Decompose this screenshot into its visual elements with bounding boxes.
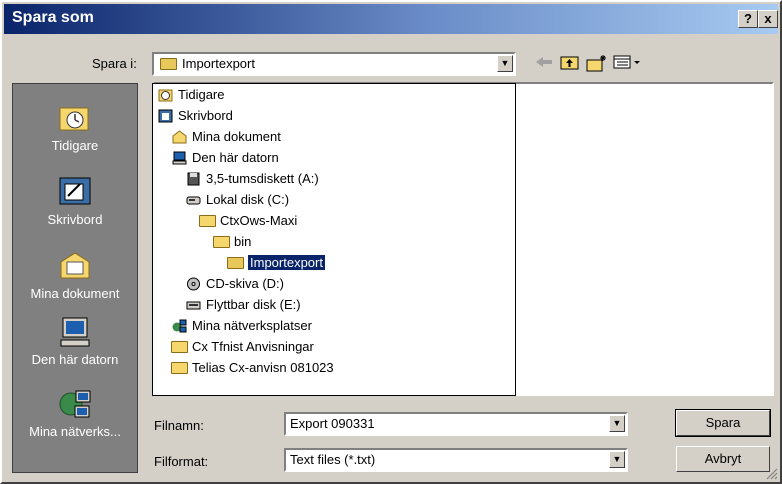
dropdown-item-desktop[interactable]: Skrivbord	[157, 105, 233, 126]
chevron-down-icon[interactable]: ▼	[497, 55, 513, 72]
look-in-value: Importexport	[182, 56, 255, 71]
dropdown-item-label: Importexport	[248, 255, 325, 270]
dropdown-item-label: Mina dokument	[192, 129, 281, 144]
folder-icon	[171, 361, 188, 376]
folder-icon	[199, 214, 216, 229]
dropdown-item-label: Telias Cx-anvisn 081023	[192, 360, 334, 375]
dropdown-item-label: CtxOws-Maxi	[220, 213, 298, 228]
my-computer-icon	[60, 317, 90, 347]
floppy-icon	[185, 172, 202, 187]
dropdown-item-label: Tidigare	[178, 87, 225, 102]
filetype-label: Filformat:	[154, 454, 209, 469]
dropdown-item-my-computer[interactable]: Den här datorn	[171, 147, 279, 168]
dropdown-item-label: bin	[234, 234, 252, 249]
history-icon	[157, 88, 174, 103]
dropdown-item-network-places[interactable]: Mina nätverksplatser	[171, 315, 312, 336]
places-network[interactable]: Mina nätverks...	[13, 388, 137, 439]
new-folder-icon[interactable]	[586, 54, 606, 74]
up-folder-icon[interactable]	[560, 54, 580, 74]
look-in-combo[interactable]: Importexport ▼	[152, 52, 516, 76]
my-documents-icon	[60, 252, 90, 279]
dropdown-item-label: Den här datorn	[192, 150, 279, 165]
dropdown-item-my-documents[interactable]: Mina dokument	[171, 126, 281, 147]
places-history[interactable]: Tidigare	[13, 102, 137, 153]
places-bar: Tidigare Skrivbord Mina dokument Den här…	[12, 83, 138, 473]
history-icon	[59, 107, 89, 131]
dropdown-item-label: Mina nätverksplatser	[192, 318, 312, 333]
places-label: Den här datorn	[31, 352, 119, 367]
dropdown-item-bin[interactable]: bin	[213, 231, 251, 252]
dialog-title: Spara som	[12, 9, 94, 26]
chevron-down-icon[interactable]: ▼	[609, 451, 625, 468]
places-label: Mina nätverks...	[29, 424, 121, 439]
resize-grip-icon[interactable]	[764, 466, 778, 480]
chevron-down-icon[interactable]: ▼	[609, 415, 625, 432]
back-arrow-icon[interactable]	[534, 54, 554, 74]
save-as-dialog: Spara som ? x Spara i: Importexport ▼ Ti…	[0, 0, 782, 484]
dropdown-item-label: 3,5-tumsdiskett (A:)	[206, 171, 319, 186]
dropdown-item-label: CD-skiva (D:)	[206, 276, 284, 291]
my-computer-icon	[171, 151, 188, 166]
dropdown-item-importexport[interactable]: Importexport	[227, 252, 325, 273]
dropdown-item-removable-disk[interactable]: Flyttbar disk (E:)	[185, 294, 301, 315]
filetype-value: Text files (*.txt)	[290, 452, 376, 467]
places-my-documents[interactable]: Mina dokument	[13, 250, 137, 301]
filetype-select[interactable]: Text files (*.txt) ▼	[284, 448, 628, 472]
views-menu-icon[interactable]	[612, 54, 642, 74]
desktop-icon	[59, 177, 91, 205]
folder-icon	[171, 340, 188, 355]
cancel-button[interactable]: Avbryt	[676, 446, 770, 472]
filename-value: Export 090331	[290, 416, 375, 431]
look-in-label: Spara i:	[92, 56, 137, 71]
dropdown-item-ctxows-maxi[interactable]: CtxOws-Maxi	[199, 210, 297, 231]
places-my-computer[interactable]: Den här datorn	[13, 316, 137, 367]
dropdown-item-local-disk[interactable]: Lokal disk (C:)	[185, 189, 289, 210]
places-desktop[interactable]: Skrivbord	[13, 176, 137, 227]
title-bar[interactable]: Spara som ? x	[4, 4, 778, 34]
dropdown-item-telias[interactable]: Telias Cx-anvisn 081023	[171, 357, 334, 378]
dropdown-item-history[interactable]: Tidigare	[157, 84, 224, 105]
hard-disk-icon	[185, 193, 202, 208]
network-places-icon	[171, 319, 188, 334]
help-button[interactable]: ?	[738, 10, 758, 28]
dropdown-item-cx-tfnist[interactable]: Cx Tfnist Anvisningar	[171, 336, 314, 357]
filename-field[interactable]: Export 090331 ▼	[284, 412, 628, 436]
folder-icon	[213, 235, 230, 250]
dropdown-item-cd-drive[interactable]: CD-skiva (D:)	[185, 273, 284, 294]
places-label: Skrivbord	[47, 212, 103, 227]
dropdown-item-floppy[interactable]: 3,5-tumsdiskett (A:)	[185, 168, 319, 189]
places-label: Tidigare	[51, 138, 99, 153]
save-button[interactable]: Spara	[675, 409, 771, 437]
network-places-icon	[59, 390, 91, 418]
filename-label: Filnamn:	[154, 418, 204, 433]
cd-drive-icon	[185, 277, 202, 292]
dropdown-item-label: Lokal disk (C:)	[206, 192, 290, 207]
dropdown-item-label: Cx Tfnist Anvisningar	[192, 339, 314, 354]
open-folder-icon	[227, 256, 244, 271]
places-label: Mina dokument	[30, 286, 120, 301]
look-in-dropdown: Tidigare Skrivbord Mina dokument Den här…	[152, 83, 516, 396]
desktop-icon	[157, 109, 174, 124]
my-documents-icon	[171, 130, 188, 145]
close-button[interactable]: x	[758, 10, 778, 28]
open-folder-icon	[160, 58, 177, 70]
dropdown-item-label: Skrivbord	[178, 108, 233, 123]
removable-disk-icon	[185, 298, 202, 313]
dropdown-item-label: Flyttbar disk (E:)	[206, 297, 301, 312]
